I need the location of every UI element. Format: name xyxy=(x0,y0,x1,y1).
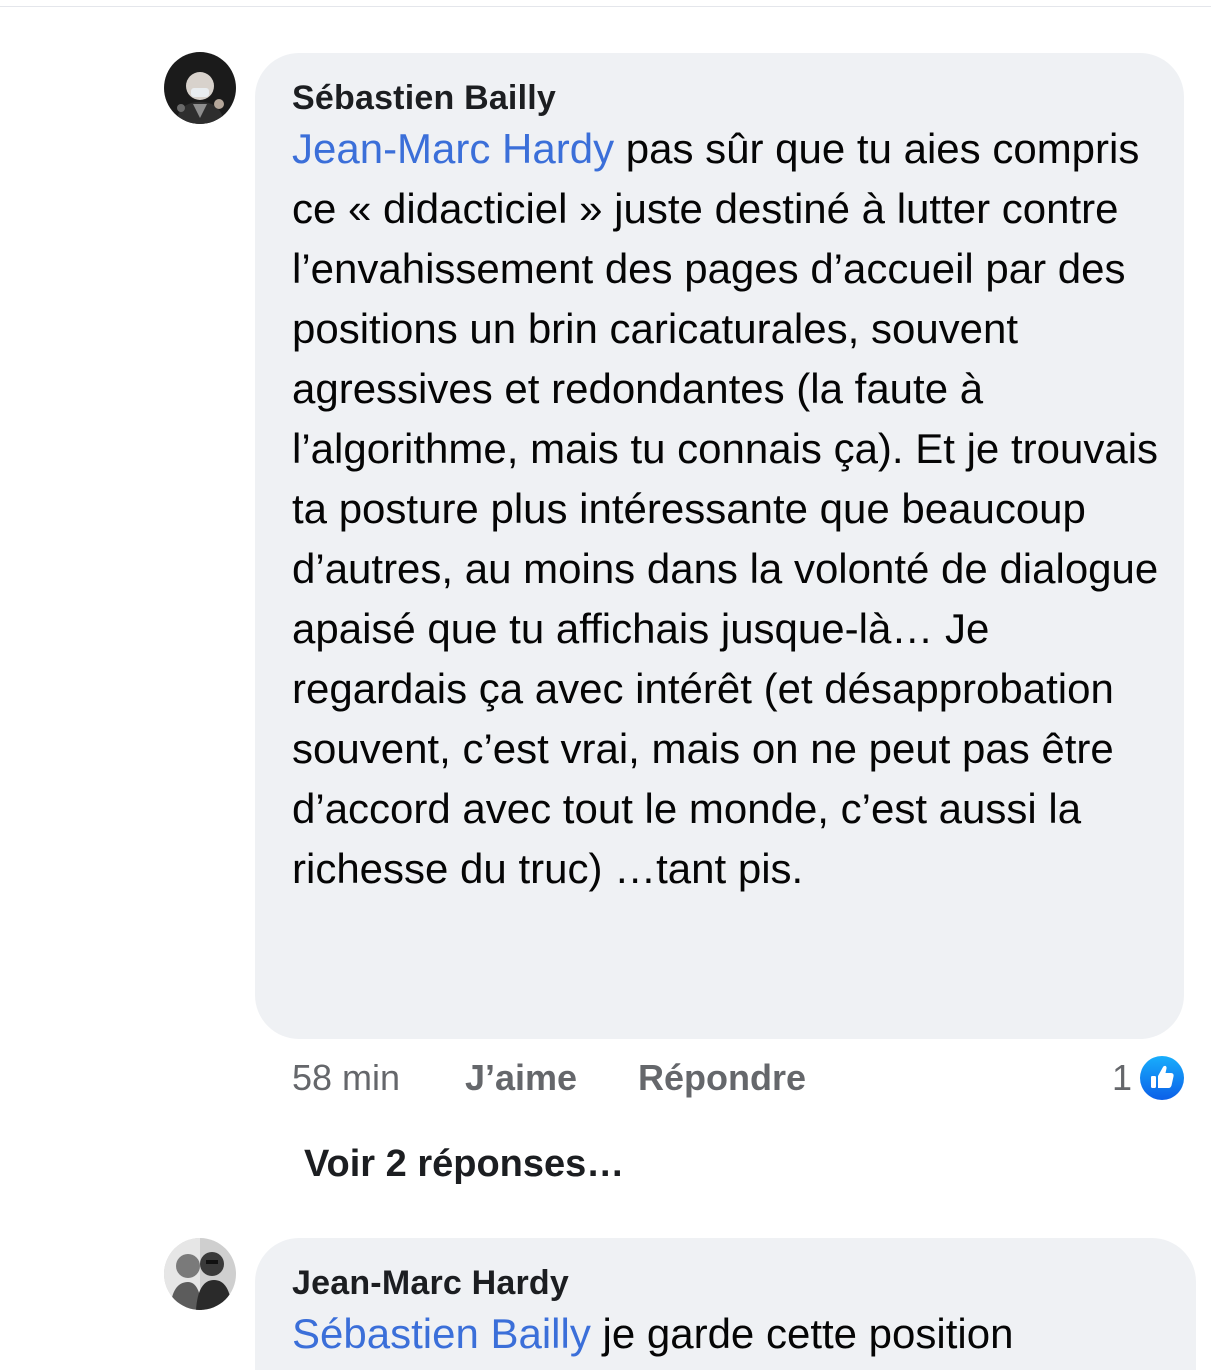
like-button[interactable]: J’aime xyxy=(465,1052,577,1104)
see-replies-link[interactable]: Voir 2 réponses… xyxy=(304,1138,624,1190)
comment-timestamp[interactable]: 58 min xyxy=(292,1052,400,1104)
mention-link[interactable]: Sébastien Bailly xyxy=(292,1310,591,1357)
reaction-summary[interactable]: 1 xyxy=(1112,1052,1187,1104)
divider xyxy=(0,6,1211,7)
comment-bubble: Sébastien Bailly Jean-Marc Hardy pas sûr… xyxy=(255,53,1184,1039)
reply-body: je garde cette position xyxy=(590,1310,1014,1357)
avatar[interactable] xyxy=(164,52,236,124)
reaction-count: 1 xyxy=(1112,1057,1133,1098)
mention-link[interactable]: Jean-Marc Hardy xyxy=(292,125,614,172)
comment-text: Jean-Marc Hardy pas sûr que tu aies comp… xyxy=(292,119,1172,899)
avatar[interactable] xyxy=(164,1238,236,1310)
reply-text: Sébastien Bailly je garde cette position xyxy=(292,1304,1172,1364)
reply-author[interactable]: Jean-Marc Hardy xyxy=(292,1262,1172,1304)
comment-author[interactable]: Sébastien Bailly xyxy=(292,77,1160,119)
thumbs-up-icon xyxy=(1138,1054,1187,1102)
reply-button[interactable]: Répondre xyxy=(638,1052,806,1104)
comment-body: pas sûr que tu aies compris ce « didacti… xyxy=(292,125,1159,892)
reply-bubble: Jean-Marc Hardy Sébastien Bailly je gard… xyxy=(255,1238,1196,1370)
comments-thread: Sébastien Bailly Jean-Marc Hardy pas sûr… xyxy=(0,0,1211,1370)
